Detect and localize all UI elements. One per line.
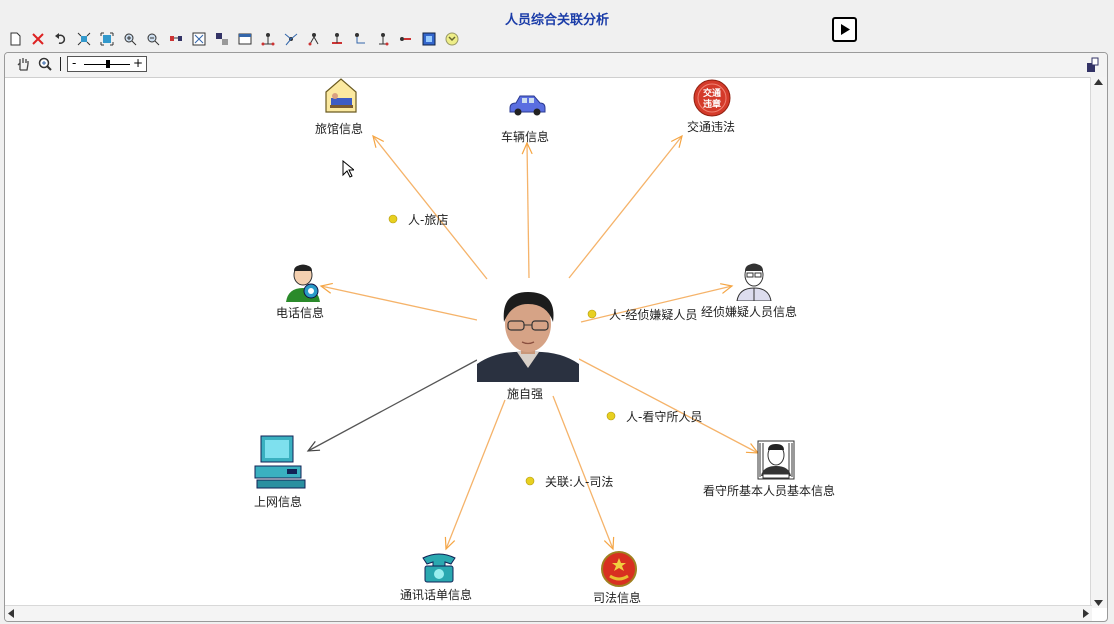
main-toolbar — [4, 29, 462, 49]
vehicle-label: 车辆信息 — [501, 130, 550, 144]
phone-icon[interactable] — [284, 264, 322, 306]
relation-dot-hotel — [388, 214, 398, 224]
vertical-scrollbar[interactable] — [1090, 77, 1107, 608]
layout-icon[interactable] — [188, 29, 209, 48]
relation-dot-judicial — [525, 476, 535, 486]
call-record-icon[interactable] — [419, 550, 459, 588]
overview-icon[interactable] — [1087, 57, 1099, 77]
window-title: 人员综合关联分析 — [504, 13, 609, 28]
relation-label-judicial: 关联:人-司法 — [545, 475, 614, 489]
new-icon[interactable] — [4, 29, 25, 48]
zoom-out-icon[interactable] — [142, 29, 163, 48]
relation-label-suspect: 人-经侦嫌疑人员 — [609, 308, 698, 322]
delete-icon[interactable] — [27, 29, 48, 48]
person-photo[interactable] — [477, 282, 579, 382]
radial-layout-icon[interactable] — [280, 29, 301, 48]
relation-dot-suspect — [587, 309, 597, 319]
suspect-label: 经侦嫌疑人员信息 — [701, 305, 798, 319]
scroll-down-icon[interactable] — [1094, 600, 1103, 606]
zoom-in-icon[interactable] — [119, 29, 140, 48]
hotel-label: 旅馆信息 — [315, 122, 364, 136]
phone-label: 电话信息 — [276, 306, 325, 320]
edge-detention — [578, 358, 760, 454]
circle-layout-icon[interactable] — [349, 29, 370, 48]
mouse-cursor-icon — [342, 159, 356, 182]
edge-internet — [306, 359, 478, 452]
edge-phone — [319, 282, 478, 321]
relation-label-detention: 人-看守所人员 — [626, 410, 703, 424]
traffic-violation-label: 交通违法 — [687, 120, 736, 134]
internet-computer-icon[interactable] — [253, 434, 307, 494]
undo-icon[interactable] — [50, 29, 71, 48]
traffic-icon-text-2: 违章 — [703, 98, 721, 110]
table-icon[interactable] — [234, 29, 255, 48]
vehicle-icon[interactable] — [507, 92, 547, 122]
collapse-icon[interactable] — [441, 29, 462, 48]
filter-icon[interactable] — [211, 29, 232, 48]
traffic-icon-text-1: 交通 — [703, 87, 721, 99]
org-layout-icon[interactable] — [326, 29, 347, 48]
expand-icon[interactable] — [96, 29, 117, 48]
call-record-label: 通讯话单信息 — [400, 588, 473, 602]
traffic-violation-icon[interactable]: 交通 违章 — [693, 79, 731, 121]
internet-label: 上网信息 — [254, 495, 303, 509]
hand-icon[interactable] — [15, 56, 31, 76]
edge-traffic — [568, 134, 683, 279]
graph-canvas[interactable]: 施自强 旅馆信息 车辆信息 交通 违章 交通违法 电话信息 经侦嫌疑人员信息 上… — [5, 78, 1092, 608]
zoom-select-icon[interactable] — [37, 56, 53, 76]
relation-label-hotel: 人-旅店 — [408, 213, 449, 227]
zoom-plus[interactable]: + — [133, 56, 143, 70]
judicial-label: 司法信息 — [593, 591, 642, 605]
tree-layout-icon[interactable] — [257, 29, 278, 48]
scroll-left-icon[interactable] — [8, 609, 14, 618]
judicial-emblem-icon[interactable] — [600, 550, 638, 592]
edge-hotel — [372, 134, 488, 280]
play-icon — [840, 24, 850, 35]
zoom-minus[interactable]: - — [72, 56, 76, 70]
person-avatar — [477, 282, 579, 382]
export-icon[interactable] — [418, 29, 439, 48]
edge-vehicle — [521, 141, 533, 279]
group-layout-icon[interactable] — [372, 29, 393, 48]
hier-layout-icon[interactable] — [303, 29, 324, 48]
fit-icon[interactable] — [73, 29, 94, 48]
toolbar-separator — [60, 57, 61, 71]
link-icon[interactable] — [165, 29, 186, 48]
center-person-label: 施自强 — [507, 387, 544, 401]
graph-toolbar: - + — [5, 53, 1107, 78]
play-button[interactable] — [832, 17, 857, 42]
zoom-slider[interactable]: - + — [67, 56, 147, 72]
scroll-right-icon[interactable] — [1083, 609, 1089, 618]
detention-icon[interactable] — [757, 440, 795, 484]
detention-label: 看守所基本人员基本信息 — [703, 484, 836, 498]
graph-panel: - + 施自强 旅馆信息 车辆信息 交通 违章 交通违法 电话信息 经侦嫌疑人员… — [4, 52, 1108, 622]
edge-callrecord — [444, 399, 506, 551]
scroll-up-icon[interactable] — [1094, 79, 1103, 85]
suspect-icon[interactable] — [735, 263, 773, 305]
hotel-icon[interactable] — [324, 78, 358, 118]
path-icon[interactable] — [395, 29, 416, 48]
horizontal-scrollbar[interactable] — [5, 605, 1092, 621]
relation-dot-detention — [606, 411, 616, 421]
zoom-thumb[interactable] — [106, 60, 110, 68]
